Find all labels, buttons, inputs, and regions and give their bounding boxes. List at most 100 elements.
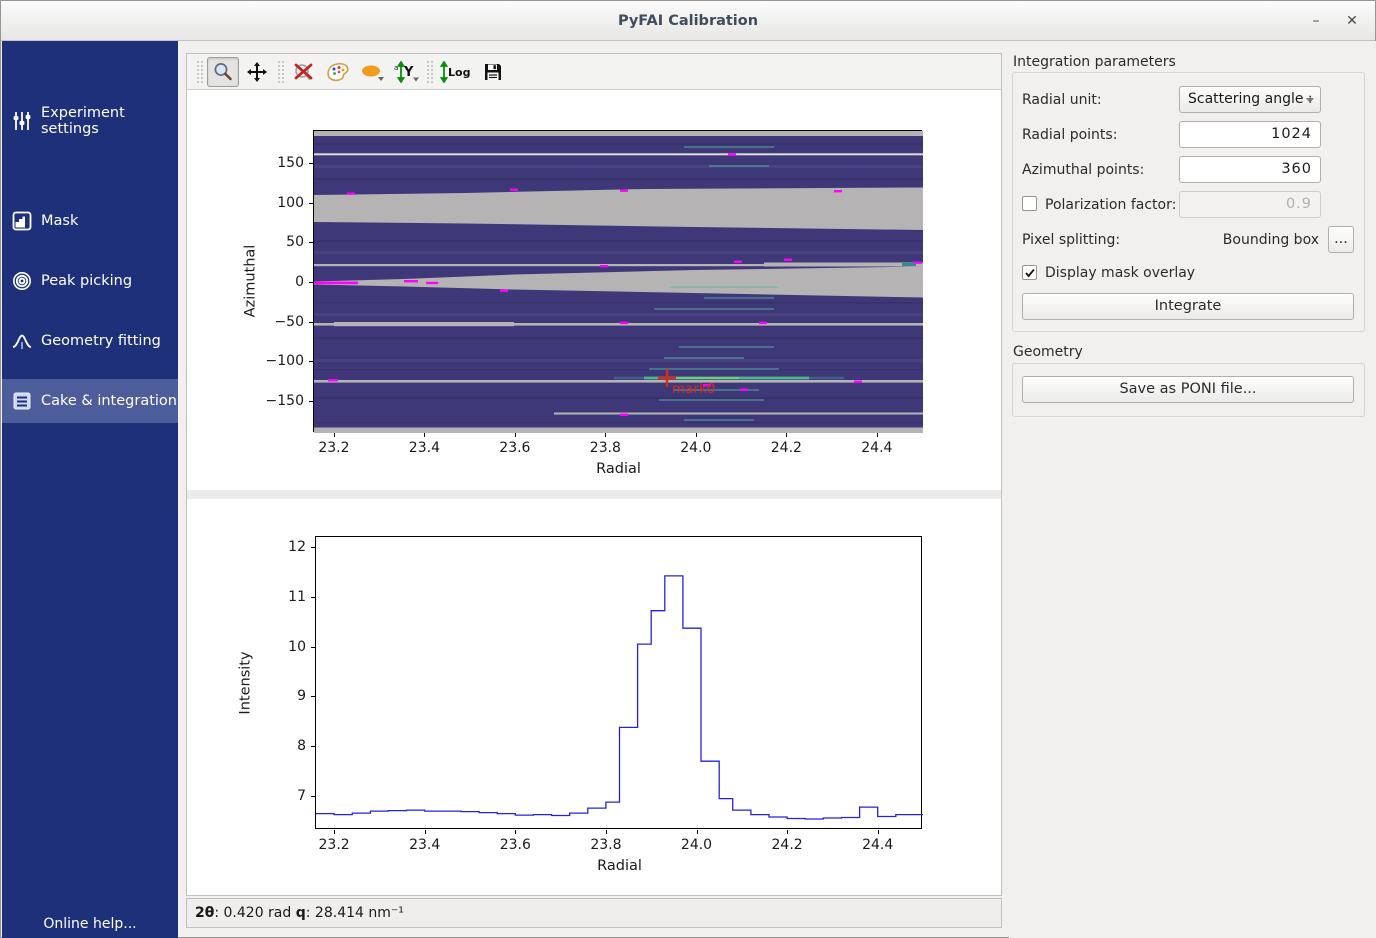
app-window: PyFAI Calibration – ✕ Experiment setting…	[0, 0, 1376, 938]
x-tick-label: 24.0	[681, 837, 712, 853]
y-axis-icon: a Y	[393, 61, 419, 83]
y-tickmark	[309, 401, 313, 402]
sidebar-item-geometry-fitting[interactable]: Geometry fitting	[2, 319, 178, 363]
mask-tools-button[interactable]	[356, 57, 388, 87]
window-title: PyFAI Calibration	[1, 1, 1375, 41]
polarization-input: 0.9	[1179, 191, 1321, 218]
svg-text:mark0: mark0	[672, 381, 715, 397]
x-tick-label: 23.8	[590, 837, 621, 853]
x-tick-label: 23.6	[499, 440, 530, 456]
y-tickmark	[311, 696, 315, 697]
polarization-label: Polarization factor:	[1045, 197, 1176, 213]
x-tick-label: 23.2	[319, 837, 350, 853]
display-mask-label: Display mask overlay	[1045, 265, 1195, 281]
y-tickmark	[309, 322, 313, 323]
y-tick-label: 10	[250, 639, 306, 655]
y-tickmark	[311, 647, 315, 648]
y-tickmark	[311, 547, 315, 548]
check-icon	[1024, 267, 1036, 279]
save-poni-button[interactable]: Save as PONI file...	[1022, 376, 1354, 403]
x-tickmark	[424, 433, 425, 437]
cake-2d-plot[interactable]: mark0 23.223.423.623.824.024.224.4150100…	[313, 130, 922, 432]
zoom-mode-button[interactable]	[207, 57, 239, 87]
y-tick-label: −100	[248, 353, 304, 369]
peak-curve-icon	[11, 330, 33, 352]
x-tick-label: 23.2	[318, 440, 349, 456]
save-button[interactable]	[477, 57, 509, 87]
display-mask-checkbox[interactable]	[1022, 265, 1037, 280]
y-tickmark	[309, 282, 313, 283]
sidebar-item-label: Cake & integration	[41, 393, 177, 409]
sliders-icon	[11, 110, 33, 132]
palette-icon	[325, 61, 351, 83]
position-statusbar: 2θ: 0.420 rad q: 28.414 nm⁻¹	[186, 898, 1002, 928]
sidebar: Experiment settings Mask Peak picking Ge…	[2, 41, 178, 938]
sidebar-item-mask[interactable]: Mask	[2, 199, 178, 243]
x-tickmark	[696, 433, 697, 437]
integrate-button[interactable]: Integrate	[1022, 293, 1354, 320]
y-tick-label: 12	[250, 539, 306, 555]
integration-parameters-title: Integration parameters	[1013, 54, 1176, 70]
y-tick-label: −150	[248, 393, 304, 409]
x-tick-label: 24.4	[862, 837, 893, 853]
x-tick-label: 23.4	[409, 837, 440, 853]
sidebar-item-label: Peak picking	[41, 273, 132, 289]
svg-text:Log: Log	[448, 66, 470, 79]
radial-points-input[interactable]: 1024	[1179, 121, 1321, 148]
list-layers-icon	[11, 390, 33, 412]
x-tick-label: 23.4	[409, 440, 440, 456]
radial-unit-label: Radial unit:	[1022, 92, 1102, 108]
polarization-checkbox[interactable]	[1022, 196, 1037, 211]
plot-frame: a Y Log	[186, 53, 1002, 896]
x-tick-label: 24.0	[680, 440, 711, 456]
y-axis-autoscale-button[interactable]: a Y	[390, 57, 422, 87]
x-tick-label: 24.2	[771, 440, 802, 456]
sidebar-item-peak-picking[interactable]: Peak picking	[2, 259, 178, 303]
radial-unit-value: Scattering angle :	[1188, 91, 1313, 107]
online-help-link[interactable]: Online help...	[2, 916, 178, 932]
x-tick-label: 24.4	[861, 440, 892, 456]
pan-arrows-icon	[246, 61, 268, 83]
close-button[interactable]: ✕	[1337, 7, 1367, 35]
y-tickmark	[311, 796, 315, 797]
mask-icon	[11, 210, 33, 232]
y-axis-title: Intensity	[238, 651, 254, 714]
pixel-splitting-more-button[interactable]: ...	[1328, 226, 1354, 253]
y-tick-label: 7	[250, 788, 306, 804]
floppy-save-icon	[482, 61, 504, 83]
azimuthal-points-input[interactable]: 360	[1179, 156, 1321, 183]
x-tickmark	[697, 830, 698, 834]
svg-text:a: a	[394, 64, 398, 72]
intensity-curve	[316, 576, 923, 819]
sidebar-item-label: Geometry fitting	[41, 333, 161, 349]
reset-zoom-button[interactable]	[288, 57, 320, 87]
x-tick-label: 23.8	[590, 440, 621, 456]
x-tickmark	[515, 830, 516, 834]
intensity-1d-plot[interactable]: 23.223.423.623.824.024.224.4121110987Rad…	[315, 536, 922, 829]
tth-label: 2θ	[195, 905, 214, 921]
radial-unit-select[interactable]: Scattering angle :	[1179, 86, 1321, 113]
sidebar-item-label: Mask	[41, 213, 78, 229]
y-tickmark	[309, 163, 313, 164]
x-tickmark	[877, 433, 878, 437]
y-tickmark	[309, 361, 313, 362]
y-axis-title: Azimuthal	[242, 245, 258, 318]
mask-ellipse-icon	[359, 61, 385, 83]
sidebar-item-experiment-settings[interactable]: Experiment settings	[2, 99, 178, 143]
sidebar-item-label: Experiment settings	[41, 105, 178, 137]
magnifier-icon	[212, 61, 234, 83]
plot-splitter[interactable]	[187, 490, 1001, 499]
toolbar-handle	[196, 60, 203, 84]
target-circles-icon	[11, 270, 33, 292]
sidebar-item-cake-integration[interactable]: Cake & integration	[2, 379, 178, 423]
pixel-splitting-value: Bounding box	[1219, 232, 1319, 248]
toolbar-handle	[426, 60, 433, 84]
x-tickmark	[334, 830, 335, 834]
log-scale-button[interactable]: Log	[437, 57, 475, 87]
colormap-button[interactable]	[322, 57, 354, 87]
minimize-button[interactable]: –	[1301, 7, 1331, 35]
x-axis-title: Radial	[597, 858, 642, 874]
pan-mode-button[interactable]	[241, 57, 273, 87]
x-axis-title: Radial	[596, 461, 641, 477]
log-scale-icon: Log	[439, 61, 473, 83]
